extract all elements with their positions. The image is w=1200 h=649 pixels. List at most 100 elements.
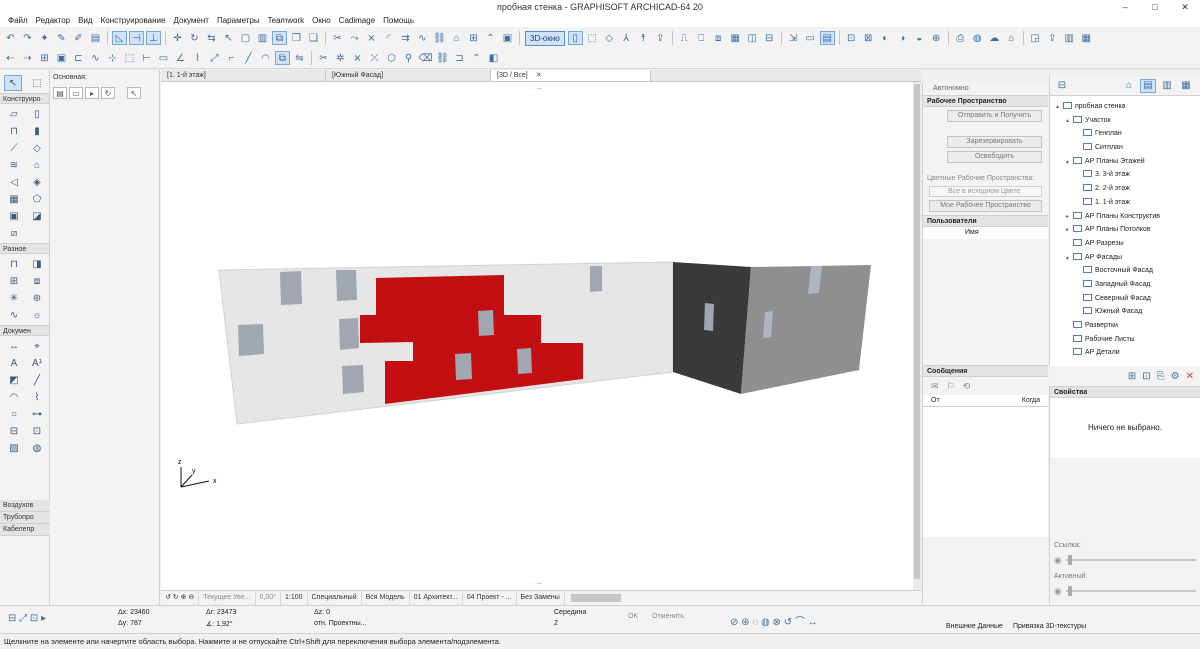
navigator-item[interactable]: Западный Фасад xyxy=(1050,278,1200,292)
angle-field[interactable]: 0,00° xyxy=(256,590,281,605)
square-icon[interactable]: ▢ xyxy=(238,31,253,45)
fold-icon[interactable]: ⌇ xyxy=(190,51,205,65)
undo-icon[interactable]: ↶ xyxy=(3,31,18,45)
navigator-item[interactable]: Ситплан xyxy=(1050,141,1200,155)
menu-options[interactable]: Параметры xyxy=(213,15,264,27)
misc-header[interactable]: Разное xyxy=(0,243,49,254)
curtain-wall-icon[interactable]: ▦ xyxy=(3,191,25,207)
ducts-group[interactable]: Воздухов xyxy=(0,500,50,512)
eraser-icon[interactable]: ⌫ xyxy=(418,51,433,65)
column-tool-icon[interactable]: ▯ xyxy=(26,106,48,122)
ok-button[interactable]: OK xyxy=(628,613,638,620)
navigator-item[interactable]: Рабочие Листы xyxy=(1050,333,1200,347)
navigator-item[interactable]: Северный Фасад xyxy=(1050,292,1200,306)
my-workspace-button[interactable]: Мое Рабочее Пространство xyxy=(929,200,1042,212)
link-icon[interactable]: ⛓ xyxy=(432,31,447,45)
material-icon[interactable]: ◒ xyxy=(912,31,927,45)
mesh-tool-2-icon[interactable]: ⧈ xyxy=(26,273,48,289)
view-settings-icon[interactable]: ⚙ xyxy=(1171,371,1180,382)
settings-icon[interactable]: ▦ xyxy=(1079,31,1094,45)
marquee-icon[interactable]: ⬚ xyxy=(122,51,137,65)
msg-from-col[interactable]: От xyxy=(931,397,940,404)
roof-icon[interactable]: ⌃ xyxy=(483,31,498,45)
syringe-icon[interactable]: ✐ xyxy=(71,31,86,45)
publish-icon[interactable]: ⇲ xyxy=(786,31,801,45)
project-selector[interactable]: 04 Проект - ... xyxy=(463,590,517,605)
workspace-header[interactable]: Рабочее Пространство xyxy=(923,95,1048,107)
chain-icon[interactable]: ⛓ xyxy=(435,51,450,65)
globe-icon[interactable]: ◍ xyxy=(970,31,985,45)
dx-value[interactable]: Δx: 23460 xyxy=(118,609,150,616)
new-folder-icon[interactable]: ⊞ xyxy=(1128,371,1136,382)
cancel-button[interactable]: Отменить xyxy=(652,613,684,620)
render-icon[interactable]: ◐ xyxy=(878,31,893,45)
grid-snap-icon[interactable]: ✛ xyxy=(170,31,185,45)
special-selector[interactable]: Специальный xyxy=(308,590,362,605)
offset-icon[interactable]: ⇉ xyxy=(398,31,413,45)
text-tool-icon[interactable]: A xyxy=(3,355,25,371)
active-slider[interactable]: ◉ xyxy=(1054,584,1196,598)
send-receive-button[interactable]: Отправить и Получить xyxy=(947,110,1042,122)
dy-value[interactable]: Δy: 787 xyxy=(118,620,142,627)
compare-icon[interactable]: ⇋ xyxy=(292,51,307,65)
corner-icon[interactable]: ⌐ xyxy=(224,51,239,65)
home-icon[interactable]: ⌂ xyxy=(449,31,464,45)
layout-icon[interactable]: ▭ xyxy=(803,31,818,45)
export-icon[interactable]: ⇪ xyxy=(1045,31,1060,45)
viewport-scrollbar[interactable] xyxy=(913,82,921,590)
shadow-icon[interactable]: ◑ xyxy=(895,31,910,45)
texture-label[interactable]: Привязка 3D-текстуры xyxy=(1013,623,1086,630)
section-tool-icon[interactable]: ⊶ xyxy=(26,406,48,422)
zone-tool-icon[interactable]: ◪ xyxy=(26,208,48,224)
release-button[interactable]: Освободить xyxy=(947,151,1042,163)
arrow-tool-icon[interactable]: ↖ xyxy=(4,75,22,91)
interior-icon[interactable]: ⧈ xyxy=(711,31,726,45)
wall-icon[interactable]: ▭ xyxy=(156,51,171,65)
document-header[interactable]: Докумен xyxy=(0,325,49,336)
construct-header[interactable]: Конструиро xyxy=(0,93,49,104)
layer-select-icon[interactable]: ▤ xyxy=(53,87,67,99)
measure-icon[interactable]: ⊞ xyxy=(466,31,481,45)
slab-tool-icon[interactable]: ◇ xyxy=(26,140,48,156)
link-slider[interactable]: ◉ xyxy=(1054,553,1196,567)
properties-header[interactable]: Свойства xyxy=(1050,386,1200,398)
redo-icon[interactable]: ↷ xyxy=(20,31,35,45)
change-tool-icon[interactable]: ⊡ xyxy=(26,423,48,439)
eyedropper-icon[interactable]: ✎ xyxy=(54,31,69,45)
spline-icon[interactable]: ∿ xyxy=(88,51,103,65)
close-tab-icon[interactable]: ✕ xyxy=(536,72,542,79)
dr-value[interactable]: Δr: 23473 xyxy=(206,609,236,616)
cloud-icon[interactable]: ☁ xyxy=(987,31,1002,45)
3d-window-button[interactable]: 3D-окно xyxy=(525,30,565,46)
menu-design[interactable]: Конструирование xyxy=(97,15,170,27)
rotate-icon[interactable]: ↻ xyxy=(187,31,202,45)
house-icon[interactable]: ⌂ xyxy=(1004,31,1019,45)
marquee-tool-icon[interactable]: ⬚ xyxy=(26,75,48,91)
cursor-icon[interactable]: ↖ xyxy=(127,87,141,99)
menu-file[interactable]: Файл xyxy=(4,15,32,27)
intersect-2-icon[interactable]: ⨯ xyxy=(350,51,365,65)
library-icon[interactable]: ⊕ xyxy=(929,31,944,45)
save-view-icon[interactable]: ⎘ xyxy=(1157,371,1165,382)
adjust-icon[interactable]: ⤳ xyxy=(347,31,362,45)
fill-icon[interactable]: ◧ xyxy=(486,51,501,65)
gravity-icon[interactable]: ⊥ xyxy=(146,31,161,45)
menu-help[interactable]: Помощь xyxy=(379,15,418,27)
constraint-icons[interactable]: ⊟ ⤢ ⊡ ▸ xyxy=(8,613,46,624)
delete-icon[interactable]: ✕ xyxy=(1186,371,1194,382)
pipes-group[interactable]: Трубопро xyxy=(0,512,50,524)
menu-document[interactable]: Документ xyxy=(169,15,213,27)
grid-tool-icon[interactable]: ⊞ xyxy=(3,273,25,289)
3d-tool-icons[interactable]: ⊘ ⊛ ◌ ◍ ⊗ ↺ ⌒ ↔ xyxy=(730,613,818,628)
msg-when-col[interactable]: Когда xyxy=(1022,397,1040,404)
bim-icon[interactable]: ◲ xyxy=(1028,31,1043,45)
door-tool-icon[interactable]: ⊓ xyxy=(3,123,25,139)
view-map-icon[interactable]: ▤ xyxy=(1140,78,1156,93)
tree-toggle-icon[interactable]: ▸ xyxy=(1066,211,1073,225)
zoom-controls[interactable]: ↺ ↻ ⊕ ⊖ xyxy=(161,590,200,605)
navigator-item[interactable]: ▸ АР Планы Потолков xyxy=(1050,223,1200,237)
figure-tool-icon[interactable]: ⊛ xyxy=(26,290,48,306)
zoom-area-icon[interactable]: ⊡ xyxy=(844,31,859,45)
photo-icon[interactable]: ⎙ xyxy=(953,31,968,45)
book-icon[interactable]: ▤ xyxy=(819,31,835,45)
